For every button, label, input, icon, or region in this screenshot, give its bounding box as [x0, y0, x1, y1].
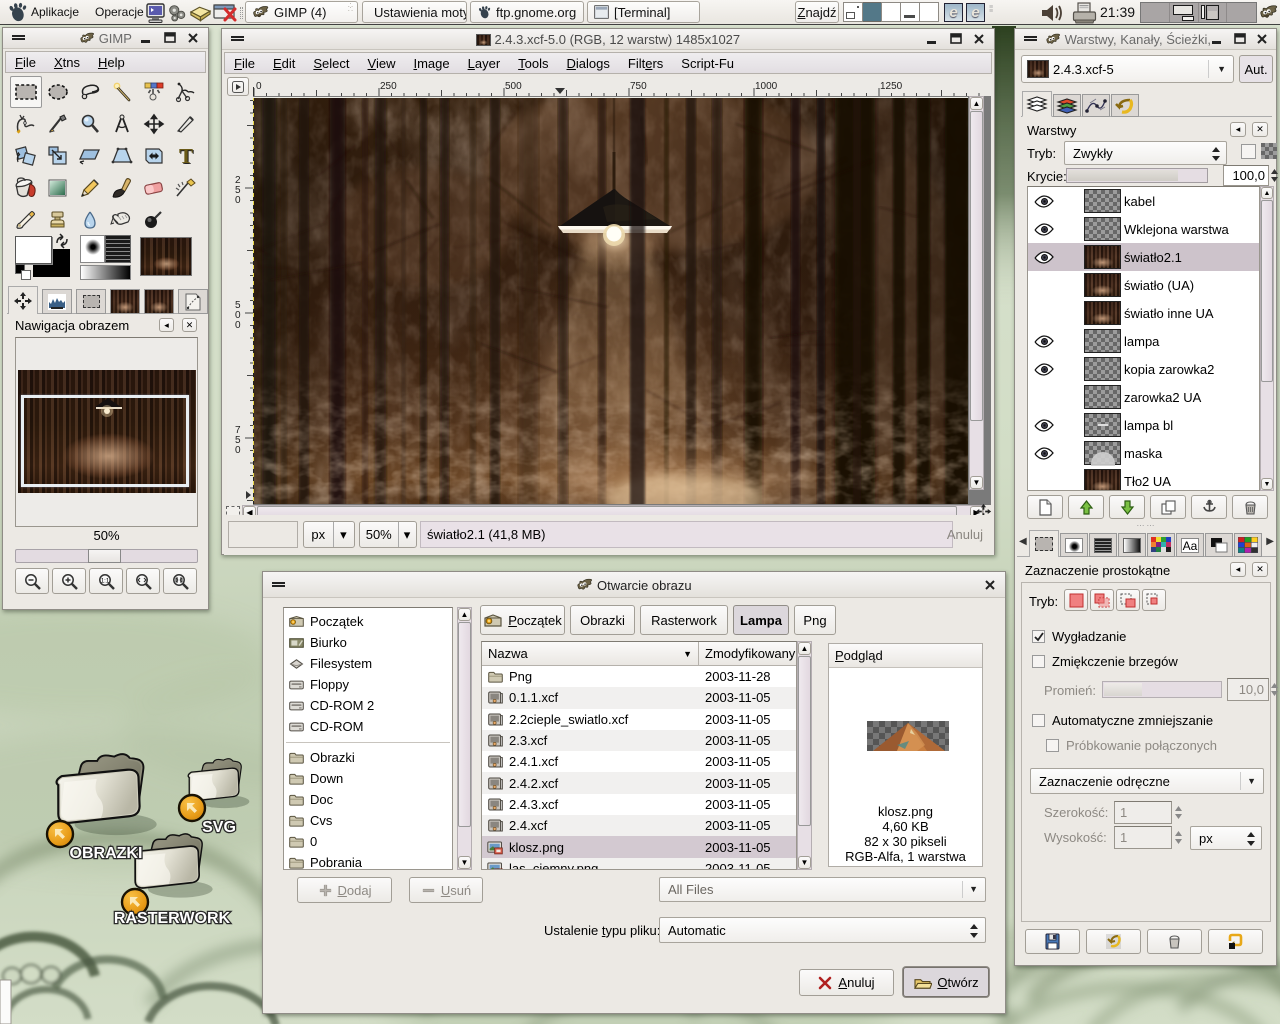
svg-text:1250: 1250 — [880, 81, 903, 92]
svg-text:RASTERWORK: RASTERWORK — [114, 910, 231, 927]
svg-text:0: 0 — [256, 81, 262, 92]
svg-text:0: 0 — [235, 445, 241, 456]
svg-text:1000: 1000 — [755, 81, 778, 92]
svg-text:0: 0 — [235, 320, 241, 331]
svg-text:750: 750 — [630, 81, 647, 92]
svg-text:250: 250 — [380, 81, 397, 92]
svg-text:SVG: SVG — [202, 819, 236, 836]
svg-text:500: 500 — [505, 81, 522, 92]
svg-text:OBRAZKI: OBRAZKI — [70, 845, 143, 862]
svg-text:0: 0 — [235, 195, 241, 206]
svg-text:1:1: 1:1 — [100, 578, 109, 584]
